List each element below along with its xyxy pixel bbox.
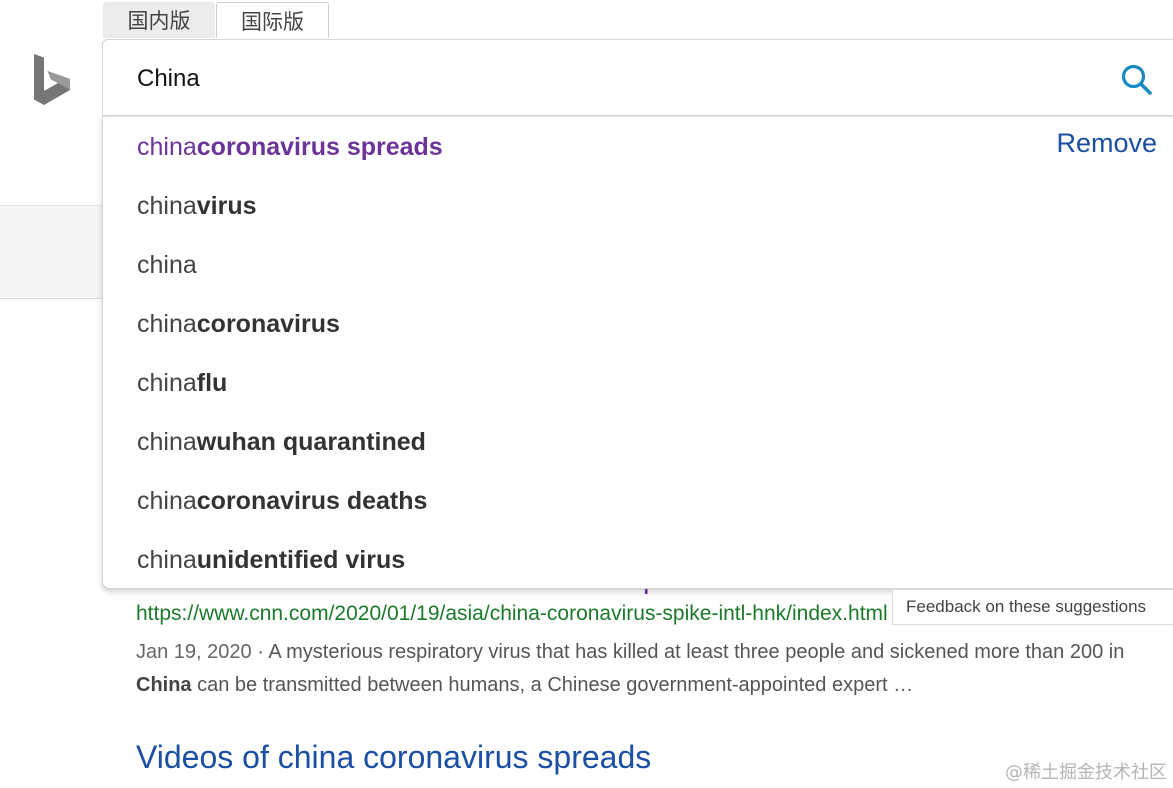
suggestion-completion: unidentified virus [196, 545, 406, 574]
suggestion-completion: coronavirus spreads [196, 132, 443, 161]
search-input[interactable] [137, 62, 1037, 96]
suggestion-item[interactable]: china wuhan quarantined [137, 422, 426, 462]
tab-domestic-edition[interactable]: 国内版 [103, 2, 215, 38]
result-date: Jan 19, 2020 [136, 641, 252, 663]
suggestion-prefix: china [137, 368, 197, 397]
snippet-text: · A mysterious respiratory virus that ha… [251, 641, 1125, 663]
suggestion-prefix: china [137, 545, 197, 574]
videos-section-title[interactable]: Videos of china coronavirus spreads [136, 739, 651, 776]
suggestion-completion: coronavirus deaths [196, 486, 428, 515]
suggestion-completion: flu [196, 368, 228, 397]
snippet-highlight: China [136, 674, 192, 696]
search-icon[interactable] [1119, 62, 1155, 98]
result-snippet: Jan 19, 2020 · A mysterious respiratory … [136, 636, 1146, 702]
suggestion-completion: virus [196, 191, 257, 220]
feedback-suggestions-link[interactable]: Feedback on these suggestions [892, 589, 1173, 625]
suggestion-prefix: china [137, 309, 197, 338]
search-box [102, 39, 1173, 116]
suggestion-item[interactable]: china coronavirus spreads [137, 127, 443, 167]
snippet-text-end: can be transmitted between humans, a Chi… [191, 674, 914, 696]
watermark: @稀土掘金技术社区 [1005, 762, 1167, 783]
suggestion-prefix: china [137, 191, 197, 220]
suggestion-item[interactable]: china virus [137, 186, 257, 226]
remove-suggestion-button[interactable]: Remove [1056, 128, 1157, 159]
result-url[interactable]: https://www.cnn.com/2020/01/19/asia/chin… [136, 602, 892, 626]
suggestion-item[interactable]: china coronavirus deaths [137, 481, 427, 521]
suggestion-item[interactable]: china coronavirus [137, 304, 340, 344]
suggestion-item[interactable]: china flu [137, 363, 227, 403]
tab-international-edition[interactable]: 国际版 [216, 2, 329, 38]
suggestion-prefix: china [137, 486, 197, 515]
suggestion-completion: coronavirus [196, 309, 340, 338]
bing-logo-icon[interactable] [30, 50, 76, 110]
suggestions-dropdown: china coronavirus spreads Remove china v… [102, 116, 1173, 589]
suggestion-prefix: china [137, 427, 197, 456]
suggestion-prefix: china [137, 132, 197, 161]
suggestion-item[interactable]: china unidentified virus [137, 540, 405, 580]
suggestion-prefix: china [137, 250, 197, 279]
suggestion-completion: wuhan quarantined [196, 427, 426, 456]
suggestion-item[interactable]: china [137, 245, 197, 285]
